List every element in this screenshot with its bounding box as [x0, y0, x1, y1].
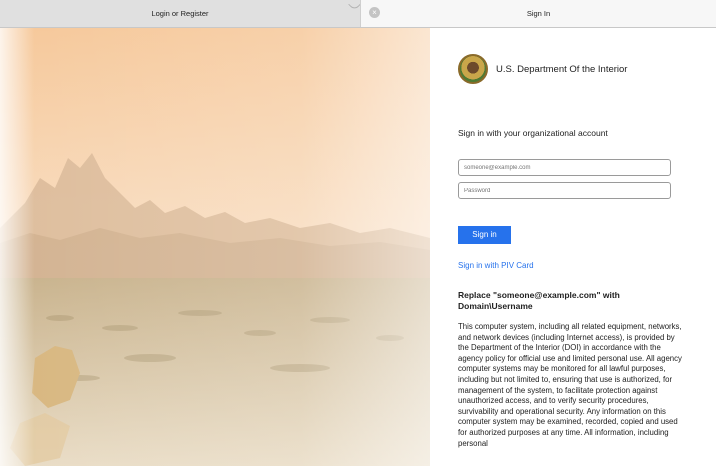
username-format-hint: Replace "someone@example.com" with Domai… [458, 290, 620, 311]
org-header: U.S. Department Of the Interior [458, 54, 627, 84]
tab-sign-in[interactable]: × Sign In [360, 0, 716, 27]
doi-seal-logo [458, 54, 488, 84]
sign-in-panel: U.S. Department Of the Interior Sign in … [430, 28, 716, 466]
background-illustration [0, 28, 430, 466]
sign-in-button[interactable]: Sign in [458, 226, 511, 244]
browser-tab-bar: Login or Register × Sign In [0, 0, 716, 28]
tab-label: Sign In [526, 9, 551, 18]
tab-label: Login or Register [151, 9, 209, 18]
tab-login-or-register[interactable]: Login or Register [0, 0, 360, 27]
desert-landscape-image [0, 28, 430, 466]
close-icon[interactable]: × [369, 7, 380, 18]
security-notice-text: This computer system, including all rela… [458, 322, 682, 448]
org-name: U.S. Department Of the Interior [496, 63, 628, 75]
password-field[interactable] [458, 182, 671, 199]
email-field[interactable] [458, 159, 671, 176]
sign-in-heading: Sign in with your organizational account [458, 128, 608, 138]
piv-card-link[interactable]: Sign in with PIV Card [458, 261, 534, 270]
